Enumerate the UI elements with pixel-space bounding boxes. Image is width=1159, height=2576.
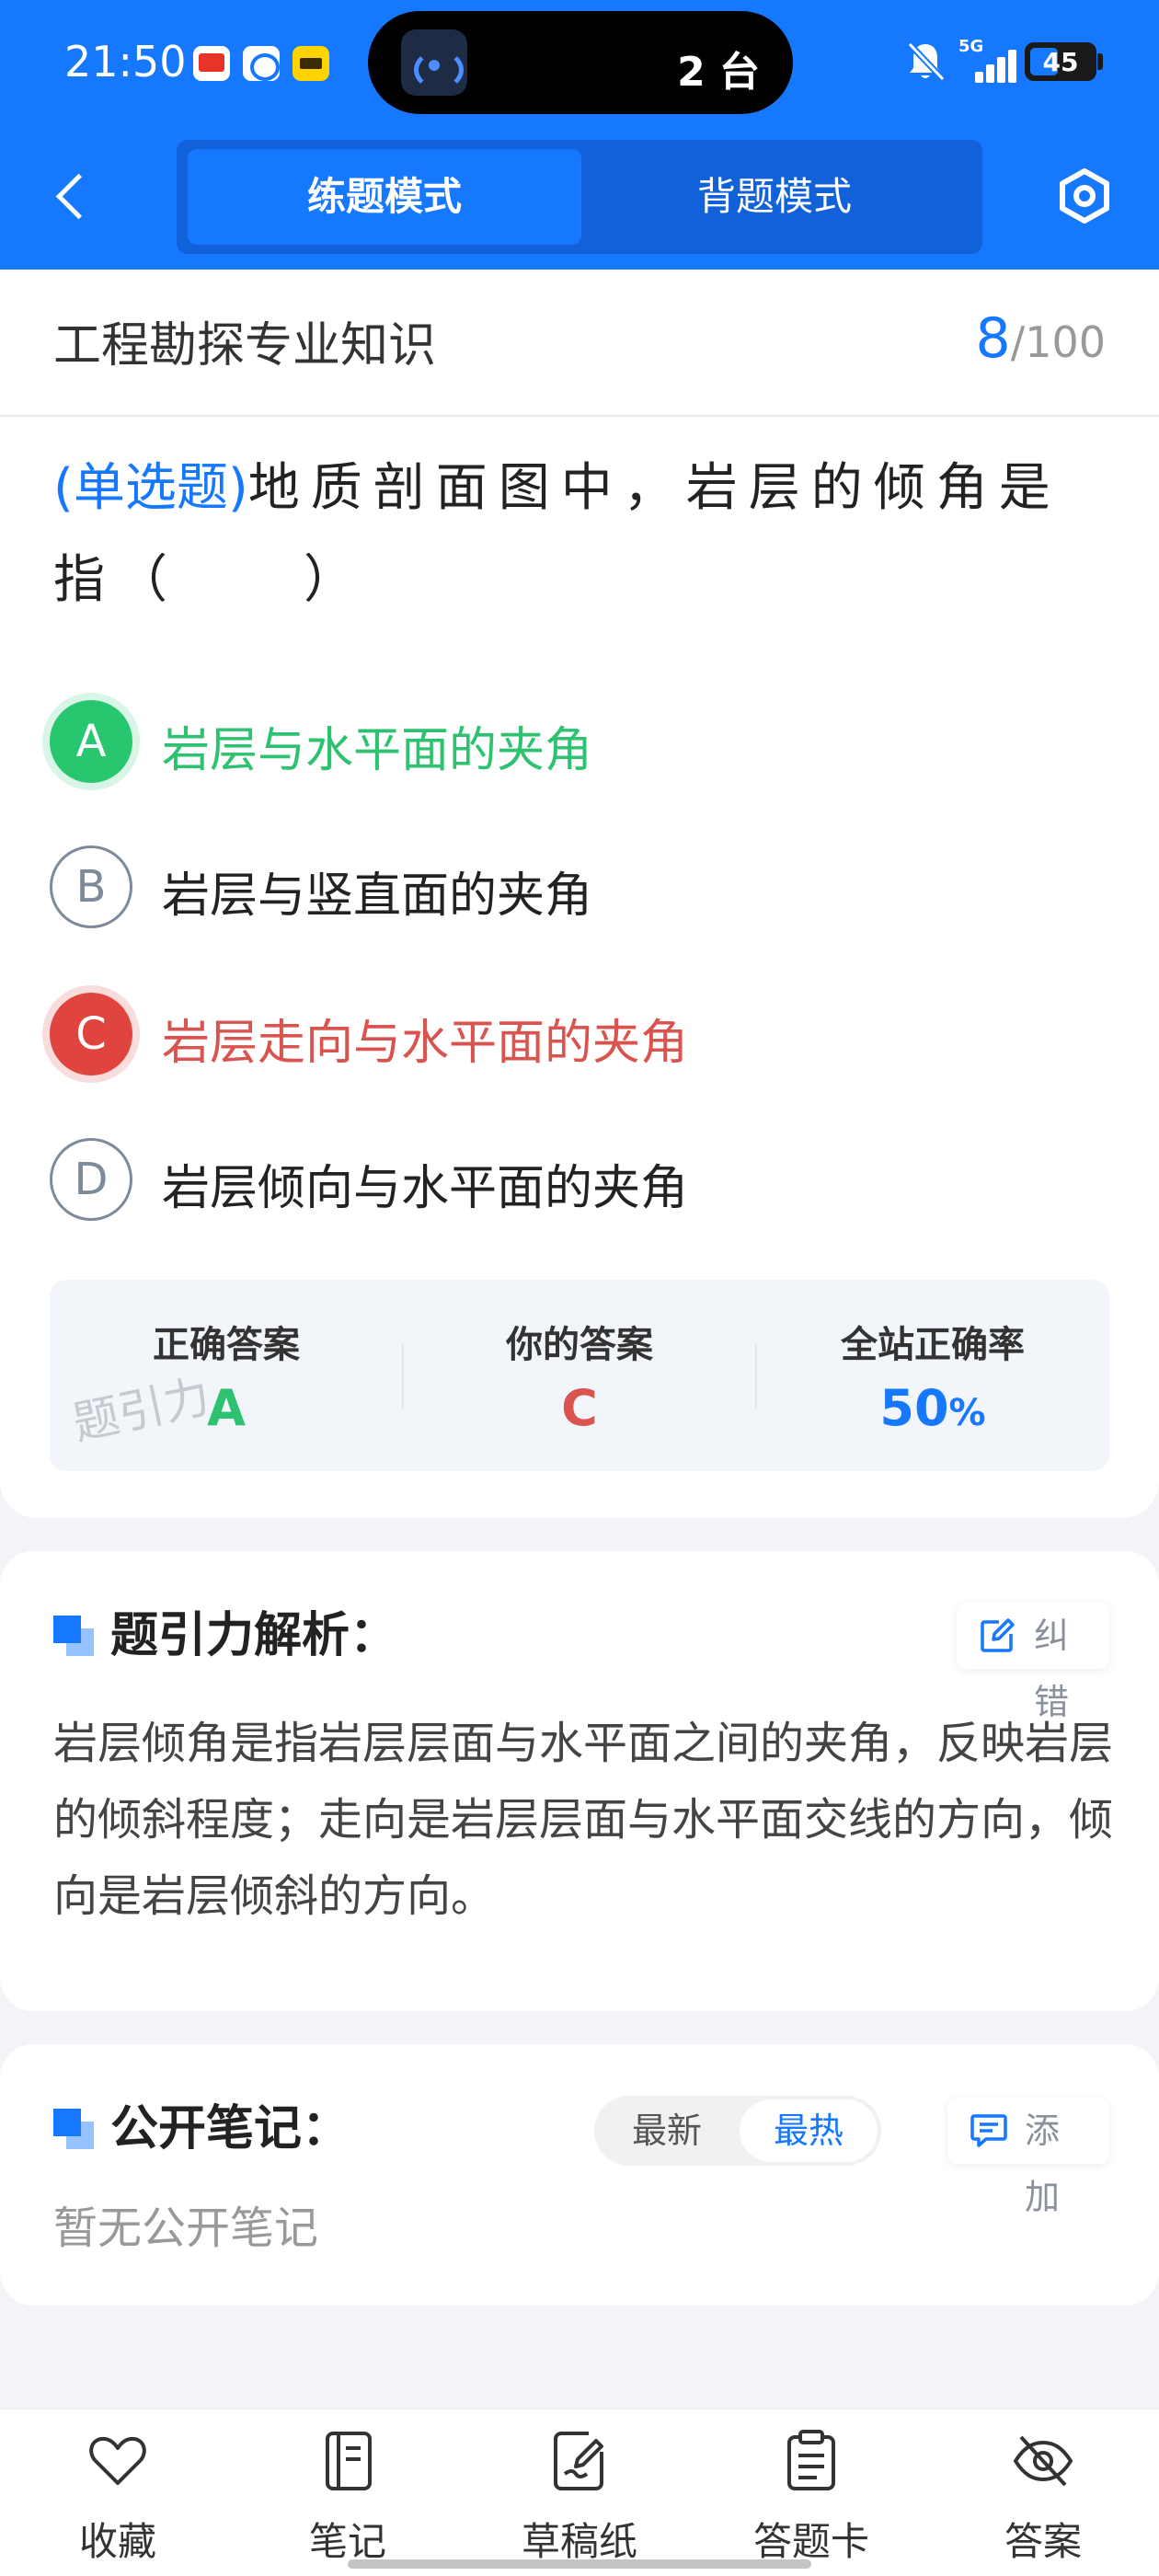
analysis-title: 题引力解析：	[110, 1608, 398, 1663]
add-note-icon	[970, 2114, 1007, 2147]
current-question-number: 8	[975, 306, 1011, 371]
settings-hexagon-icon[interactable]	[1056, 167, 1113, 224]
public-notes-card: 公开笔记： 最新 最热 添加 暂无公开笔记	[0, 2044, 1159, 2306]
notes-button[interactable]: 笔记	[256, 2409, 440, 2576]
heart-icon	[89, 2436, 146, 2485]
progress-separator: /	[1010, 317, 1026, 367]
notebook-icon	[326, 2432, 372, 2490]
accuracy-rate-stat: 全站正确率 50%	[756, 1280, 1109, 1471]
option-text: 岩层走向与水平面的夹角	[162, 1016, 689, 1071]
draft-paper-label: 草稿纸	[521, 2519, 637, 2564]
divider	[0, 415, 1159, 417]
show-answer-label: 答案	[1004, 2519, 1082, 2564]
option-letter: A	[50, 700, 132, 783]
dynamic-island[interactable]: 2 台	[368, 11, 793, 114]
add-note-button[interactable]: 添加	[947, 2098, 1109, 2217]
correct-answer-label: 正确答案	[153, 1324, 300, 1366]
question-card: 工程勘探专业知识 8/100 (单选题)地质剖面图中，岩层的倾角是指（ ） A …	[0, 270, 1159, 1518]
draft-paper-button[interactable]: 草稿纸	[488, 2409, 671, 2576]
island-text: 2 台	[677, 49, 760, 96]
report-error-button[interactable]: 纠错	[957, 1603, 1109, 1722]
option-c[interactable]: C 岩层走向与水平面的夹角	[50, 993, 1107, 1077]
option-text: 岩层与竖直面的夹角	[162, 868, 593, 924]
signal-strength-icon: 5G	[958, 37, 1016, 83]
message-app-icon	[243, 46, 280, 81]
notes-label: 笔记	[308, 2519, 386, 2564]
your-answer-stat: 你的答案 C	[403, 1280, 756, 1471]
option-d[interactable]: D 岩层倾向与水平面的夹角	[50, 1138, 1107, 1223]
eye-off-icon	[1013, 2435, 1073, 2487]
meituan-app-icon	[293, 46, 329, 81]
option-text: 岩层与水平面的夹角	[162, 723, 593, 778]
subject-title: 工程勘探专业知识	[53, 318, 437, 374]
network-type-label: 5G	[958, 37, 984, 56]
favorite-label: 收藏	[78, 2519, 156, 2564]
option-letter: C	[50, 993, 132, 1075]
add-note-label: 添加	[1025, 2110, 1061, 2217]
accuracy-rate-value: 50%	[879, 1379, 986, 1437]
sort-hottest[interactable]: 最热	[740, 2099, 878, 2162]
clipboard-icon	[787, 2430, 835, 2490]
total-questions: 100	[1025, 317, 1106, 367]
your-answer-label: 你的答案	[506, 1324, 653, 1366]
toutiao-app-icon	[193, 46, 230, 81]
battery-level: 45	[1042, 47, 1079, 77]
broadcast-icon	[401, 29, 467, 96]
answer-sheet-button[interactable]: 答题卡	[719, 2409, 903, 2576]
option-letter: D	[50, 1138, 132, 1221]
analysis-body: 岩层倾角是指岩层层面与水平面之间的夹角，反映岩层的倾斜程度；走向是岩层层面与水平…	[53, 1718, 1114, 1922]
accuracy-rate-label: 全站正确率	[841, 1324, 1025, 1366]
tab-practice-mode[interactable]: 练题模式	[188, 149, 581, 245]
option-letter: B	[50, 845, 132, 928]
show-answer-button[interactable]: 答案	[951, 2409, 1135, 2576]
status-bar: 21:50 2 台 5G 45	[0, 0, 1159, 129]
question-type: (单选题)	[53, 458, 248, 518]
notes-sort-toggle: 最新 最热	[594, 2096, 881, 2166]
sort-newest[interactable]: 最新	[598, 2099, 736, 2162]
answer-sheet-label: 答题卡	[752, 2519, 869, 2564]
bottom-toolbar: 收藏 笔记 草稿纸 答题卡 答案	[0, 2409, 1159, 2576]
your-answer-value: C	[561, 1379, 598, 1437]
status-time: 21:50	[64, 37, 187, 86]
bell-off-icon	[907, 41, 945, 82]
draft-pen-icon	[554, 2432, 603, 2490]
empty-notes-text: 暂无公开笔记	[53, 2202, 319, 2254]
battery-icon: 45	[1025, 42, 1096, 81]
answer-stats: 正确答案 A 题引力 你的答案 C 全站正确率 50%	[50, 1280, 1109, 1471]
option-b[interactable]: B 岩层与竖直面的夹角	[50, 845, 1107, 930]
option-text: 岩层倾向与水平面的夹角	[162, 1161, 689, 1216]
favorite-button[interactable]: 收藏	[26, 2409, 210, 2576]
notes-title: 公开笔记：	[110, 2101, 350, 2156]
option-a[interactable]: A 岩层与水平面的夹角	[50, 700, 1107, 785]
mode-switch: 练题模式 背题模式	[177, 140, 982, 254]
tab-recite-mode[interactable]: 背题模式	[578, 149, 971, 245]
home-indicator[interactable]	[348, 2559, 811, 2569]
analysis-card: 题引力解析： 纠错 岩层倾角是指岩层层面与水平面之间的夹角，反映岩层的倾斜程度；…	[0, 1551, 1159, 2011]
question-progress[interactable]: 8/100	[976, 306, 1107, 371]
top-header: 21:50 2 台 5G 45 练题模式 背题模式	[0, 0, 1159, 270]
back-chevron-icon[interactable]	[46, 164, 101, 228]
watermark: 题引力	[68, 1369, 215, 1451]
question-text: (单选题)地质剖面图中，岩层的倾角是指（ ）	[53, 443, 1111, 627]
edit-icon	[981, 1618, 1015, 1652]
correct-answer-stat: 正确答案 A 题引力	[50, 1280, 403, 1471]
